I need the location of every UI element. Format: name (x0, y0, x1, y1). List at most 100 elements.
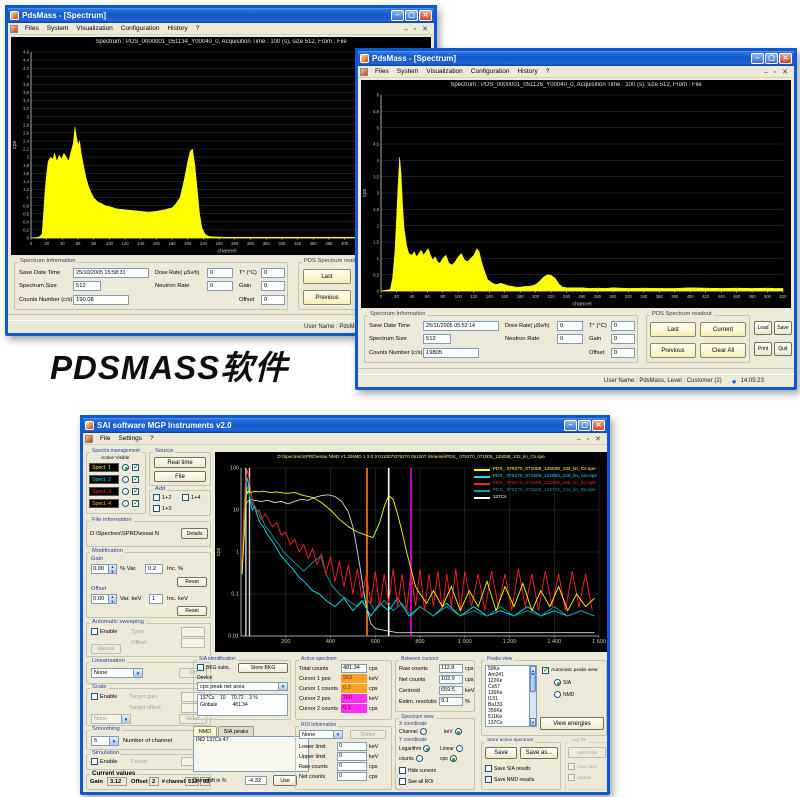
menu-item-configuration[interactable]: Configuration (117, 25, 164, 32)
hide-cursors-checkbox[interactable]: Hide cursors (399, 767, 436, 774)
menu-item-[interactable]: ? (192, 25, 204, 32)
spectrum-size-field[interactable]: 512 (73, 281, 101, 291)
radio-icon[interactable] (416, 755, 423, 762)
sweeping-enable-checkbox[interactable]: Enable (91, 628, 117, 635)
visible-checkbox[interactable] (132, 464, 139, 471)
tab-nmd[interactable]: NMD (193, 726, 217, 736)
print-button[interactable]: Print (754, 342, 772, 356)
dropdown-arrow-icon[interactable] (133, 669, 142, 677)
visible-checkbox[interactable] (132, 476, 139, 483)
temperature-field[interactable]: 0 (611, 321, 635, 331)
checkbox-icon[interactable] (197, 664, 204, 671)
automatic-peaks-view-checkbox[interactable]: Automatic peaks view (542, 667, 597, 674)
visible-checkbox[interactable] (132, 488, 139, 495)
checkbox-icon[interactable] (485, 776, 492, 783)
store-save-button[interactable]: Save (485, 747, 517, 759)
load-button[interactable]: Load (754, 321, 772, 335)
offset-inc-field[interactable]: 1 (149, 594, 163, 604)
maximize-button[interactable]: ▢ (578, 420, 591, 431)
menu-item-visualization[interactable]: Visualization (422, 68, 466, 75)
checkbox-icon[interactable] (542, 667, 549, 674)
save-date-field[interactable]: 25/10/2005 15:58:31 (73, 268, 149, 278)
menu-item-system[interactable]: System (393, 68, 423, 75)
quit-button[interactable]: Quit (774, 342, 792, 356)
active-radio[interactable] (122, 500, 129, 507)
radio-icon[interactable] (423, 745, 430, 752)
list-item[interactable]: 661Ke (486, 726, 536, 727)
checkbox-icon[interactable] (399, 767, 406, 774)
minimize-button[interactable]: – (751, 53, 764, 64)
neutron-rate-field[interactable]: 0 (207, 281, 233, 291)
scale-enable-checkbox[interactable]: Enable (91, 693, 117, 700)
add-1-4-option[interactable]: 1+4 (182, 494, 201, 501)
sia-radio[interactable]: SIA (554, 679, 571, 686)
offset-spinner[interactable]: 0.00▲▼ (91, 594, 117, 604)
radio-icon[interactable] (455, 728, 462, 735)
clear-all-button[interactable]: Clear All (700, 343, 746, 358)
menu-item-files[interactable]: Files (371, 68, 393, 75)
channel-radio[interactable]: Channel (399, 728, 427, 735)
store-save-as-button[interactable]: Save as... (520, 747, 558, 759)
linearisation-dropdown[interactable]: None (91, 668, 143, 678)
menu-item-system[interactable]: System (43, 25, 73, 32)
gain-field[interactable]: 0 (611, 334, 635, 344)
dropdown-arrow-icon[interactable] (278, 683, 287, 690)
nmd-radio[interactable]: NMD (554, 691, 574, 698)
window1-titlebar[interactable]: PdsMass - [Spectrum] – ▢ ✕ (8, 8, 434, 23)
smoothing-dropdown[interactable]: 5 (91, 736, 119, 746)
gain-field[interactable]: 0 (261, 281, 285, 291)
active-radio[interactable] (122, 464, 129, 471)
active-radio[interactable] (122, 488, 129, 495)
radio-icon[interactable] (450, 755, 457, 762)
add-1-3-option[interactable]: 1+3 (153, 505, 172, 512)
temperature-field[interactable]: 0 (261, 268, 285, 278)
close-button[interactable]: ✕ (419, 10, 432, 21)
checkbox-icon[interactable] (485, 765, 492, 772)
close-button[interactable]: ✕ (592, 420, 605, 431)
gain-spinner[interactable]: 0.00▲▼ (91, 564, 117, 574)
counts-number-field[interactable]: 19805 (423, 348, 479, 358)
row-value-field[interactable]: 112.8 (439, 664, 463, 673)
window3-titlebar[interactable]: SAI software MGP Instruments v2.0 – ▢ ✕ (83, 418, 607, 433)
counts-radio[interactable]: counts (399, 755, 423, 762)
checkbox-icon[interactable] (91, 758, 98, 765)
checkbox-icon[interactable] (91, 693, 98, 700)
menu-item-history[interactable]: History (163, 25, 191, 32)
menu-item-settings[interactable]: Settings (114, 435, 146, 442)
listbox-scrollbar[interactable]: ▲ ▼ (529, 666, 536, 726)
offset-field[interactable]: 0 (261, 295, 285, 305)
spinner-arrows-icon[interactable]: ▲▼ (108, 565, 116, 573)
minimize-button[interactable]: – (391, 10, 404, 21)
save-date-field[interactable]: 25/11/2005 05:52:14 (423, 321, 499, 331)
see-all-roi-checkbox[interactable]: See all ROI (399, 778, 434, 785)
save-sia-results-checkbox[interactable]: Save SIA results (485, 765, 531, 772)
simulation-enable-checkbox[interactable]: Enable (91, 758, 117, 765)
details-button[interactable]: Details (181, 528, 208, 539)
store-bkg-button[interactable]: Store BKG (238, 663, 288, 673)
row-value-field[interactable]: 0.1 (341, 704, 367, 713)
row-value-field[interactable]: 0.2 (341, 684, 367, 693)
last-button[interactable]: Last (650, 322, 696, 337)
row-value-field[interactable]: 0 (337, 772, 367, 781)
gain-shift-field[interactable]: -4.32 (245, 776, 267, 785)
row-value-field[interactable]: 0 (337, 752, 367, 761)
menu-item-visualization[interactable]: Visualization (72, 25, 116, 32)
logarithm-radio[interactable]: Logarithm (399, 745, 430, 752)
view-energies-button[interactable]: View energies (540, 717, 604, 730)
roi-dropdown[interactable]: None (299, 730, 343, 739)
mdi-window-controls[interactable]: – ▫ ✕ (764, 68, 792, 76)
add-1-2-option[interactable]: 1+2 (153, 494, 172, 501)
cps-radio[interactable]: cps (440, 755, 457, 762)
row-value-field[interactable]: 563 (341, 674, 367, 683)
checkbox-icon[interactable] (153, 494, 160, 501)
gain-inc-field[interactable]: 0.2 (145, 564, 163, 574)
save-button[interactable]: Save (774, 321, 792, 335)
menu-item-history[interactable]: History (513, 68, 541, 75)
mdi-window-controls[interactable]: – ▫ ✕ (577, 435, 605, 443)
scrollbar-thumb[interactable] (530, 674, 536, 692)
active-radio[interactable] (122, 476, 129, 483)
row-value-field[interactable]: 0 (337, 762, 367, 771)
use-button[interactable]: Use (273, 775, 297, 786)
radio-icon[interactable] (554, 691, 561, 698)
minimize-button[interactable]: – (564, 420, 577, 431)
